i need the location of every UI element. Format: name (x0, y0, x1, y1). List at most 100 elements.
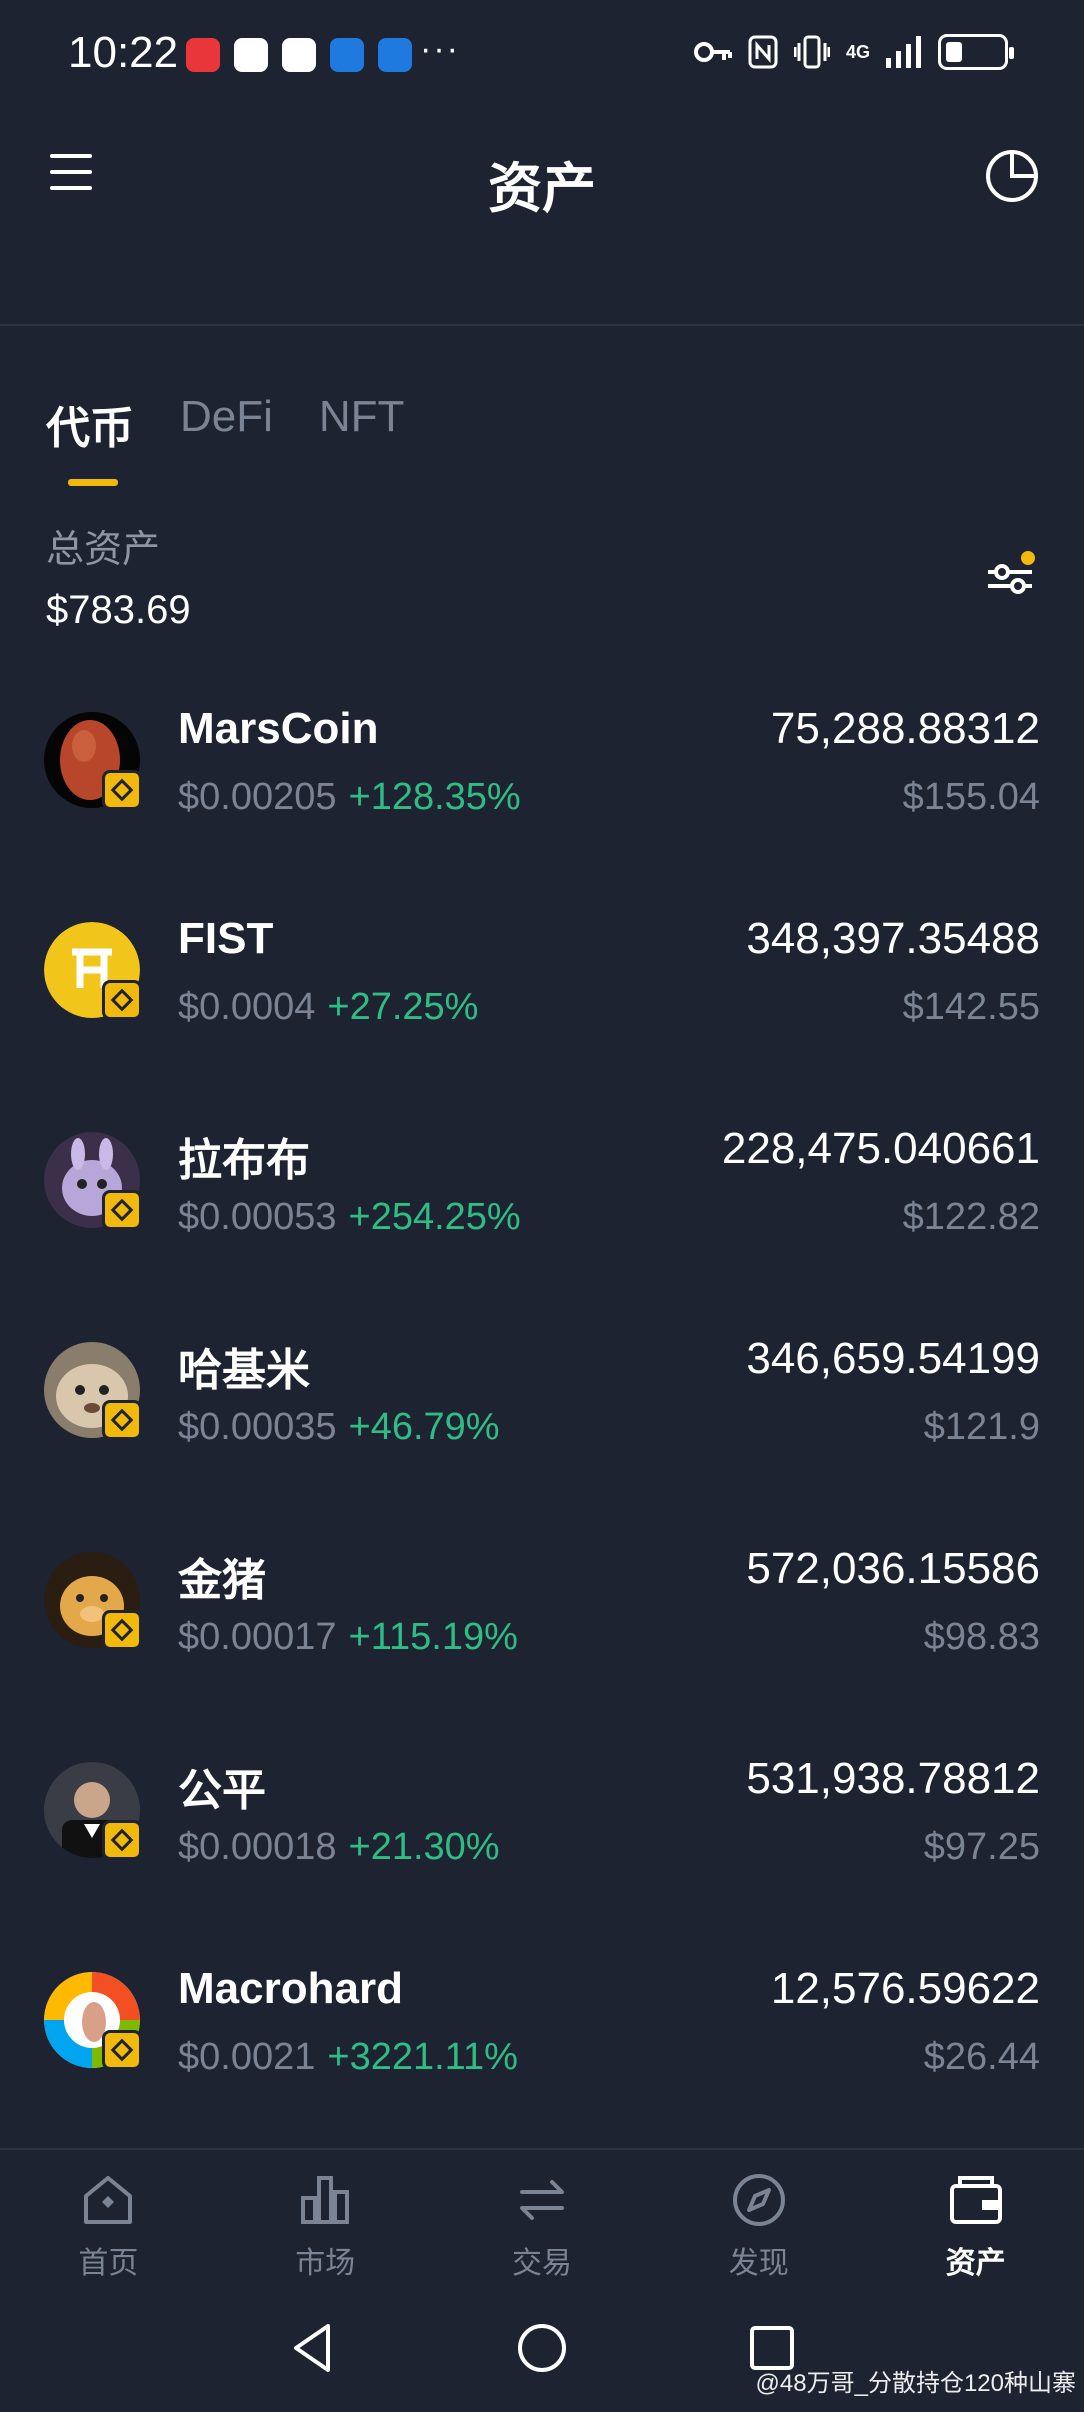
system-status-icons: 4G (693, 34, 1014, 70)
token-price-line: $0.00018 +21.30% (178, 1826, 500, 1869)
token-row[interactable]: MarsCoin $0.00205 +128.35% 75,288.88312 $… (0, 690, 1084, 900)
nav-item-trade[interactable]: 交易 (434, 2150, 651, 2288)
market-icon (301, 2176, 350, 2224)
token-price: $0.00035 (178, 1406, 337, 1448)
nav-item-market[interactable]: 市场 (217, 2150, 434, 2288)
wallet-icon (949, 2176, 1002, 2224)
token-value: $98.83 (923, 1616, 1040, 1658)
token-price: $0.00053 (178, 1196, 337, 1238)
nfc-icon (748, 35, 778, 69)
token-value: $122.82 (902, 1196, 1040, 1238)
token-name: 拉布布 (178, 1136, 310, 1185)
token-price-line: $0.00035 +46.79% (178, 1406, 500, 1449)
nav-label: 首页 (78, 2247, 139, 2280)
token-change: +21.30% (348, 1826, 500, 1868)
token-amount: 12,576.59622 (770, 1964, 1040, 2013)
nav-item-home[interactable]: 首页 (0, 2150, 217, 2288)
discover-icon (732, 2174, 785, 2226)
token-row[interactable]: 哈基米 $0.00035 +46.79% 346,659.54199 $121.9 (0, 1320, 1084, 1530)
token-price-line: $0.0004 +27.25% (178, 986, 478, 1029)
home-circle-icon[interactable] (512, 2318, 572, 2378)
asset-tabs: 代币 DeFi NFT (46, 392, 404, 486)
filter-settings-icon[interactable] (982, 550, 1038, 606)
tab-defi[interactable]: DeFi (180, 392, 273, 486)
page-title: 资产 (488, 159, 596, 219)
token-value: $155.04 (902, 776, 1040, 818)
token-change: +46.79% (348, 1406, 500, 1448)
token-row[interactable]: Macrohard $0.0021 +3221.11% 12,576.59622 … (0, 1950, 1084, 2160)
more-notifications-icon: ··· (420, 30, 460, 68)
token-amount: 572,036.15586 (746, 1544, 1040, 1593)
token-price-line: $0.0021 +3221.11% (178, 2036, 518, 2079)
notification-icons (186, 38, 412, 72)
key-icon (693, 42, 732, 62)
app-header: 资产 (0, 110, 1084, 326)
token-value: $26.44 (923, 2036, 1040, 2078)
nav-label: 市场 (295, 2247, 356, 2280)
token-name: 哈基米 (178, 1346, 310, 1395)
bnb-chain-icon (102, 980, 142, 1020)
token-name: FIST (178, 914, 274, 963)
back-icon[interactable] (284, 2318, 344, 2378)
token-amount: 75,288.88312 (770, 704, 1040, 753)
home-icon (84, 2176, 133, 2224)
token-change: +3221.11% (327, 2036, 518, 2078)
token-row[interactable]: 拉布布 $0.00053 +254.25% 228,475.040661 $122… (0, 1110, 1084, 1320)
token-price: $0.00205 (178, 776, 337, 818)
token-list: MarsCoin $0.00205 +128.35% 75,288.88312 $… (0, 690, 1084, 2160)
token-value: $121.9 (923, 1406, 1040, 1448)
token-price-line: $0.00205 +128.35% (178, 776, 521, 819)
token-change: +115.19% (348, 1616, 518, 1658)
token-row[interactable]: FIST $0.0004 +27.25% 348,397.35488 $142.5… (0, 900, 1084, 1110)
vibrate-icon (793, 35, 830, 69)
app-notification-icon (186, 38, 220, 72)
pie-chart-icon[interactable] (984, 148, 1040, 204)
token-name: 金猪 (178, 1556, 266, 1605)
token-price: $0.0004 (178, 986, 316, 1028)
token-price: $0.00017 (178, 1616, 337, 1658)
token-amount: 531,938.78812 (746, 1754, 1040, 1803)
nav-label: 交易 (511, 2247, 572, 2280)
token-amount: 228,475.040661 (721, 1124, 1040, 1173)
token-change: +128.35% (348, 776, 521, 818)
watermark: @48万哥_分散持仓120种山寨 (755, 2370, 1076, 2397)
status-bar: 10:22 ··· 4G (0, 0, 1084, 110)
nav-label: 资产 (945, 2247, 1006, 2280)
app-notification-icon (234, 38, 268, 72)
trade-icon (519, 2180, 564, 2220)
nav-item-discover[interactable]: 发现 (650, 2150, 867, 2288)
signal-icon (886, 36, 921, 68)
token-amount: 348,397.35488 (746, 914, 1040, 963)
token-price-line: $0.00053 +254.25% (178, 1196, 521, 1239)
tab-nft[interactable]: NFT (319, 392, 405, 486)
bnb-chain-icon (102, 1400, 142, 1440)
bnb-chain-icon (102, 2030, 142, 2070)
nav-label: 发现 (728, 2247, 789, 2280)
token-amount: 346,659.54199 (746, 1334, 1040, 1383)
token-value: $142.55 (902, 986, 1040, 1028)
bnb-chain-icon (102, 1820, 142, 1860)
token-change: +254.25% (348, 1196, 521, 1238)
nav-item-assets[interactable]: 资产 (867, 2150, 1084, 2288)
token-price: $0.0021 (178, 2036, 316, 2078)
app-notification-icon (378, 38, 412, 72)
token-row[interactable]: 公平 $0.00018 +21.30% 531,938.78812 $97.25 (0, 1740, 1084, 1950)
token-price: $0.00018 (178, 1826, 337, 1868)
bottom-nav: 首页 市场 交易 发现 资产 (0, 2148, 1084, 2288)
token-row[interactable]: 金猪 $0.00017 +115.19% 572,036.15586 $98.83 (0, 1530, 1084, 1740)
app-notification-icon (282, 38, 316, 72)
bnb-chain-icon (102, 770, 142, 810)
token-price-line: $0.00017 +115.19% (178, 1616, 518, 1659)
token-change: +27.25% (327, 986, 479, 1028)
status-time: 10:22 (68, 28, 179, 77)
app-notification-icon (330, 38, 364, 72)
token-name: 公平 (178, 1766, 266, 1815)
tab-tokens[interactable]: 代币 (46, 392, 134, 486)
bnb-chain-icon (102, 1610, 142, 1650)
token-value: $97.25 (923, 1826, 1040, 1868)
token-name: Macrohard (178, 1964, 403, 2013)
system-nav-bar: @48万哥_分散持仓120种山寨 (0, 2288, 1084, 2412)
bnb-chain-icon (102, 1190, 142, 1230)
token-name: MarsCoin (178, 704, 379, 753)
network-type: 4G (845, 41, 870, 62)
